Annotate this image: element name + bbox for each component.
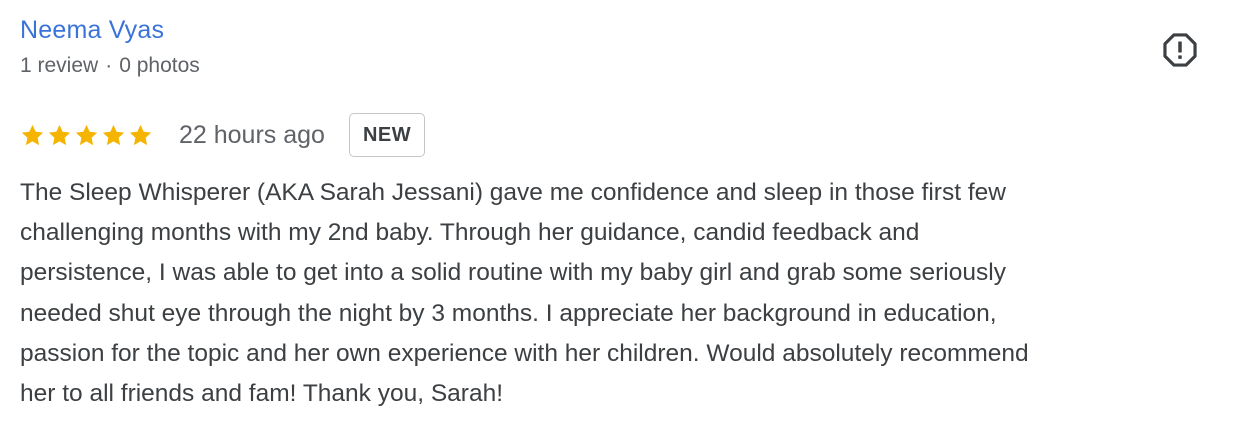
meta-separator: ·: [105, 54, 113, 77]
new-badge: NEW: [348, 113, 426, 157]
star-rating: [20, 123, 153, 148]
star-icon: [75, 124, 98, 145]
star-icon: [21, 124, 44, 145]
reviewer-name-link[interactable]: Neema Vyas: [20, 14, 164, 46]
review-time: 22 hours ago: [179, 121, 325, 149]
reviewer-photo-count: 0 photos: [119, 54, 200, 77]
report-review-button[interactable]: [1160, 30, 1200, 70]
rating-row: 22 hours ago NEW: [20, 112, 426, 158]
star-icon: [129, 124, 152, 145]
review-card: Neema Vyas 1 review · 0 photos 22 hours …: [0, 0, 1244, 428]
reviewer-meta: 1 review · 0 photos: [20, 52, 200, 80]
star-icon: [102, 124, 125, 145]
report-octagon-icon: [1163, 33, 1197, 67]
review-body: The Sleep Whisperer (AKA Sarah Jessani) …: [20, 179, 1029, 408]
star-icon: [48, 124, 71, 145]
reviewer-review-count: 1 review: [20, 54, 99, 77]
